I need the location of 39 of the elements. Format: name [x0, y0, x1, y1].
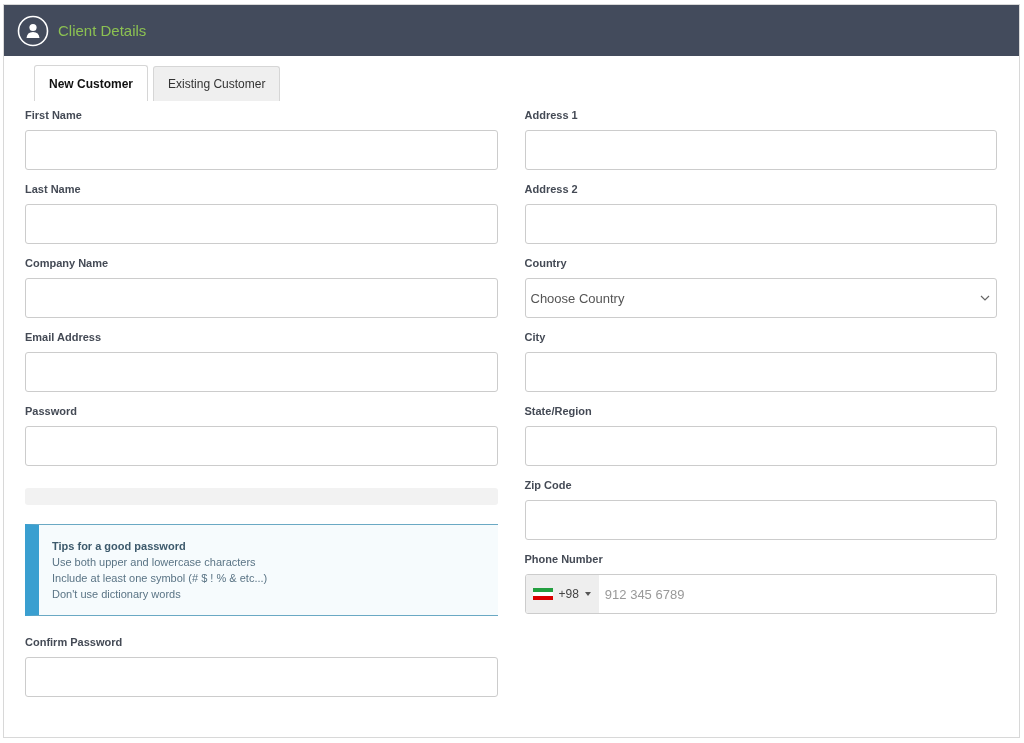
- input-field[interactable]: [25, 278, 498, 318]
- field-label: First Name: [25, 109, 83, 123]
- field-label: Address 2: [524, 183, 579, 197]
- field-label: Email Address: [25, 331, 102, 345]
- panel-title: Client Details: [58, 22, 147, 39]
- dial-code: +98: [558, 587, 579, 601]
- tip-text: Include at least one symbol (# $ ! % & etc...): [52, 571, 269, 586]
- user-icon: [17, 14, 49, 47]
- input-field[interactable]: [25, 426, 498, 466]
- field-label: Phone Number: [524, 553, 604, 567]
- input-field[interactable]: [524, 426, 997, 466]
- tab[interactable]: Existing Customer: [153, 66, 281, 101]
- tip-text: Use both upper and lowercase characters: [52, 555, 257, 570]
- flag-icon: [532, 588, 553, 600]
- field-label: Password: [25, 405, 78, 419]
- field-label: Zip Code: [524, 479, 573, 493]
- chevron-down-icon: [980, 295, 990, 301]
- country-select[interactable]: Choose Country: [524, 278, 997, 318]
- input-field[interactable]: [25, 204, 498, 244]
- input-field[interactable]: [524, 500, 997, 540]
- input-field[interactable]: [524, 352, 997, 392]
- caret-icon: [584, 592, 591, 596]
- input-field[interactable]: [25, 657, 498, 697]
- input-field[interactable]: [25, 130, 498, 170]
- tips-title: Tips for a good password: [52, 540, 187, 552]
- input-field[interactable]: [524, 204, 997, 244]
- input-field[interactable]: [25, 352, 498, 392]
- field-label: Company Name: [25, 257, 110, 271]
- field-label: Address 1: [524, 109, 579, 123]
- field-label: State/Region: [524, 405, 593, 419]
- country-code-dropdown[interactable]: +98: [525, 575, 599, 613]
- field-label: Confirm Password: [25, 636, 124, 650]
- phone-field[interactable]: +98 912 345 6789: [524, 574, 997, 614]
- input-field[interactable]: [524, 130, 997, 170]
- field-label: Last Name: [25, 183, 82, 197]
- tip-text: Don't use dictionary words: [52, 587, 182, 602]
- tab[interactable]: New Customer: [34, 65, 149, 101]
- field-label: Country: [524, 257, 568, 271]
- field-label: City: [524, 331, 547, 345]
